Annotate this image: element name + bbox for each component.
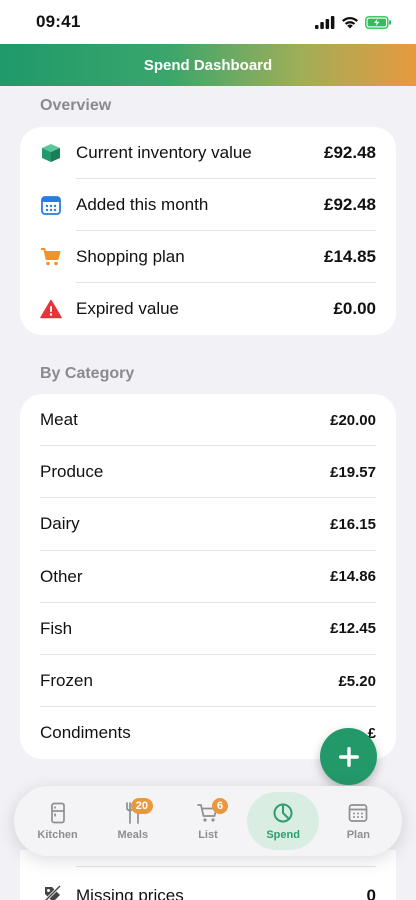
category-label: Fish [40, 618, 73, 638]
tab-label: Spend [266, 829, 300, 841]
list-badge: 6 [211, 798, 229, 814]
status-time: 09:41 [36, 12, 81, 31]
category-section-title: By Category [40, 365, 135, 382]
tab-bar: Kitchen Kitchen Meals 20 List 6 Spend [14, 786, 402, 856]
overview-row-shopping-plan: Shopping plan £14.85 [20, 231, 396, 283]
tab-spend[interactable]: Spend [247, 792, 320, 850]
category-row: Other £14.86 [20, 551, 396, 603]
overview-card: Current inventory value £92.48 Added thi… [20, 127, 396, 335]
overview-label: Shopping plan [76, 247, 185, 266]
tab-label: List [198, 829, 218, 841]
overview-value: £14.85 [324, 247, 376, 266]
overview-value: £0.00 [333, 299, 376, 318]
category-value: £16.15 [330, 515, 376, 533]
overview-section-title: Overview [40, 97, 112, 114]
category-row: Fish £12.45 [20, 603, 396, 655]
tab-label: Kitchen [37, 829, 78, 841]
status-bar: 09:41 [0, 0, 416, 44]
overview-value: £92.48 [324, 143, 376, 162]
calendar-icon [348, 804, 368, 822]
category-row: Frozen £5.20 [20, 655, 396, 708]
tab-list[interactable]: List 6 [172, 792, 244, 850]
fridge-icon [50, 802, 65, 824]
add-button[interactable] [320, 728, 377, 785]
overview-label: Expired value [76, 299, 180, 318]
wifi-icon [342, 16, 358, 28]
category-label: Other [40, 566, 83, 586]
overview-label: Current inventory value [76, 143, 252, 162]
category-label: Frozen [40, 671, 93, 691]
box-icon [42, 144, 60, 162]
category-value: £12.45 [330, 620, 376, 638]
overview-row-expired: Expired value £0.00 [20, 283, 396, 335]
category-value: £5.20 [338, 672, 376, 690]
tab-label: Meals [117, 829, 149, 841]
missing-prices-card: Missing prices 0 [20, 850, 396, 900]
tag-slash-icon [43, 884, 62, 900]
category-card: Meat £20.00 Produce £19.57 Dairy £16.15 … [20, 394, 396, 759]
battery-icon [365, 15, 391, 29]
category-value: £19.57 [330, 463, 376, 481]
overview-row-inventory: Current inventory value £92.48 [20, 127, 396, 179]
tab-kitchen[interactable]: Kitchen [22, 792, 94, 850]
missing-prices-label: Missing prices [76, 886, 184, 900]
meals-badge: 20 [130, 798, 154, 814]
category-row: Meat £20.00 [20, 394, 396, 447]
pie-chart-icon [273, 803, 293, 823]
signal-icon [315, 15, 335, 29]
category-label: Condiments [40, 723, 131, 743]
category-label: Meat [40, 410, 78, 430]
cart-icon [41, 248, 61, 266]
status-icons [315, 15, 392, 29]
divider [76, 866, 376, 867]
tab-label: Plan [346, 829, 370, 841]
warning-icon [40, 299, 62, 319]
overview-label: Added this month [76, 195, 209, 214]
category-label: Dairy [40, 514, 80, 534]
plus-icon [338, 746, 359, 767]
category-label: Produce [40, 462, 104, 482]
calendar-icon [41, 196, 61, 215]
missing-prices-value: 0 [366, 886, 376, 900]
tab-plan[interactable]: Plan [322, 792, 394, 850]
overview-row-added-month: Added this month £92.48 [20, 179, 396, 231]
category-value: £14.86 [330, 568, 376, 586]
page-title: Spend Dashboard [143, 56, 273, 74]
tab-meals[interactable]: Kitchen Meals 20 [97, 792, 169, 850]
category-row: Produce £19.57 [20, 446, 396, 499]
header-bar: Spend Dashboard [0, 44, 416, 86]
category-value: £20.00 [330, 411, 376, 429]
category-row: Dairy £16.15 [20, 498, 396, 551]
overview-value: £92.48 [324, 195, 376, 214]
